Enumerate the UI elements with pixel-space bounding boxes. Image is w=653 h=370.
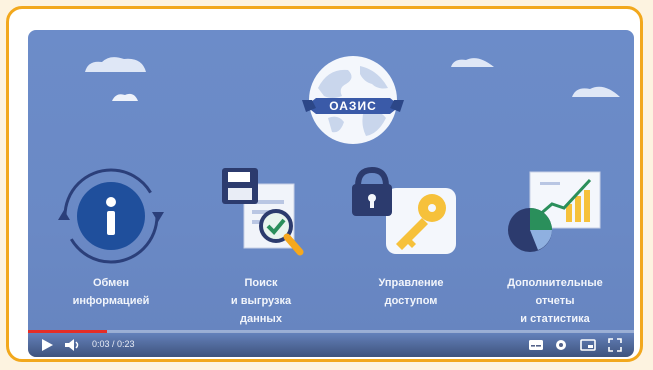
fullscreen-icon[interactable] (608, 338, 622, 352)
feature-label-line: отчеты (535, 295, 575, 307)
feature-label-line: информацией (72, 295, 150, 307)
cloud-decoration (112, 93, 138, 101)
cloud-decoration (451, 58, 494, 67)
document-search-icon (222, 168, 304, 256)
feature-reports: Дополнительные отчеты и статистика (490, 160, 620, 328)
oasis-logo: ОАЗИС (298, 48, 408, 158)
subtitles-icon[interactable] (528, 338, 544, 352)
time-display: 0:03 / 0:23 (92, 339, 135, 349)
feature-label-line: Дополнительные (507, 277, 603, 289)
feature-label-line: и статистика (520, 313, 590, 325)
feature-label-line: Обмен (92, 277, 130, 289)
settings-icon[interactable] (554, 338, 568, 352)
feature-access: Управление доступом (346, 160, 476, 310)
miniplayer-icon[interactable] (580, 338, 596, 352)
feature-label-line: Поиск (244, 277, 278, 289)
volume-icon[interactable] (64, 338, 82, 352)
feature-exchange: Обмен информацией (46, 160, 176, 310)
feature-label-line: и выгрузка (230, 295, 292, 307)
play-icon[interactable] (40, 338, 54, 352)
progress-bar[interactable] (28, 330, 634, 333)
feature-label-line: Управление (378, 277, 444, 289)
feature-search: Поиск и выгрузка данных (196, 160, 326, 328)
feature-label-line: данных (240, 313, 282, 325)
cloud-decoration (572, 86, 620, 97)
progress-fill (28, 330, 107, 333)
feature-label-line: доступом (384, 295, 438, 307)
chart-report-icon (508, 171, 601, 252)
logo-text: ОАЗИС (329, 99, 377, 113)
video-player[interactable]: ОАЗИС Обмен информацией Поиск и выгрузка… (28, 30, 634, 357)
info-cycle-icon (58, 168, 164, 264)
lock-key-icon (352, 166, 456, 254)
cloud-decoration (85, 57, 146, 72)
